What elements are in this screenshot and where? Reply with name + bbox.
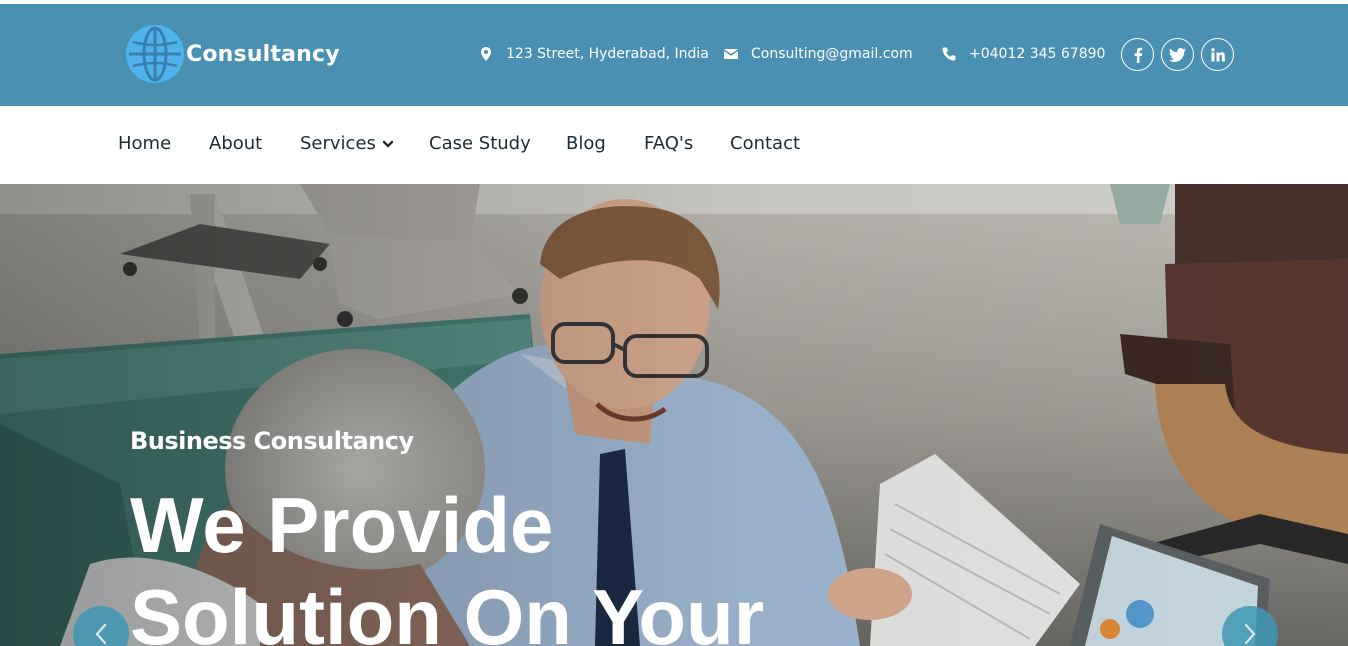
- main-navigation: Home About Services Case Study Blog FAQ'…: [0, 106, 1348, 184]
- twitter-link[interactable]: [1161, 38, 1194, 71]
- nav-case-study[interactable]: Case Study: [429, 133, 531, 154]
- envelope-icon: [723, 46, 739, 62]
- phone-icon: [941, 46, 957, 62]
- linkedin-icon: [1210, 47, 1225, 61]
- phone-text: +04012 345 67890: [969, 46, 1106, 62]
- nav-blog[interactable]: Blog: [566, 133, 606, 154]
- brand-logo[interactable]: Consultancy: [126, 25, 340, 83]
- top-bar: Consultancy 123 Street, Hyderabad, India…: [0, 4, 1348, 106]
- nav-contact[interactable]: Contact: [730, 133, 800, 154]
- nav-home[interactable]: Home: [118, 133, 171, 154]
- chevron-right-icon: [1244, 623, 1256, 645]
- facebook-link[interactable]: [1121, 38, 1154, 71]
- globe-icon: [126, 25, 184, 83]
- linkedin-link[interactable]: [1201, 38, 1234, 71]
- nav-services[interactable]: Services: [300, 133, 394, 154]
- twitter-icon: [1169, 47, 1186, 62]
- nav-about[interactable]: About: [209, 133, 262, 154]
- hero-title-line-1: We Provide: [130, 481, 554, 569]
- address-text: 123 Street, Hyderabad, India: [506, 46, 709, 62]
- nav-faqs[interactable]: FAQ's: [644, 133, 693, 154]
- nav-services-label: Services: [300, 133, 376, 154]
- address-info: 123 Street, Hyderabad, India: [478, 46, 709, 62]
- chevron-left-icon: [95, 623, 107, 645]
- phone-info[interactable]: +04012 345 67890: [941, 46, 1105, 62]
- hero-title-line-2: Solution On Your: [130, 573, 765, 646]
- hero-subtitle: Business Consultancy: [130, 427, 414, 455]
- email-text: Consulting@gmail.com: [751, 46, 913, 62]
- hero-title: We Provide Solution On Your: [130, 479, 1030, 646]
- chevron-down-icon: [382, 140, 394, 147]
- map-pin-icon: [478, 46, 494, 62]
- email-info[interactable]: Consulting@gmail.com: [723, 46, 913, 62]
- facebook-icon: [1134, 47, 1142, 63]
- brand-name: Consultancy: [186, 41, 340, 67]
- hero-slider: Business Consultancy We Provide Solution…: [0, 184, 1348, 646]
